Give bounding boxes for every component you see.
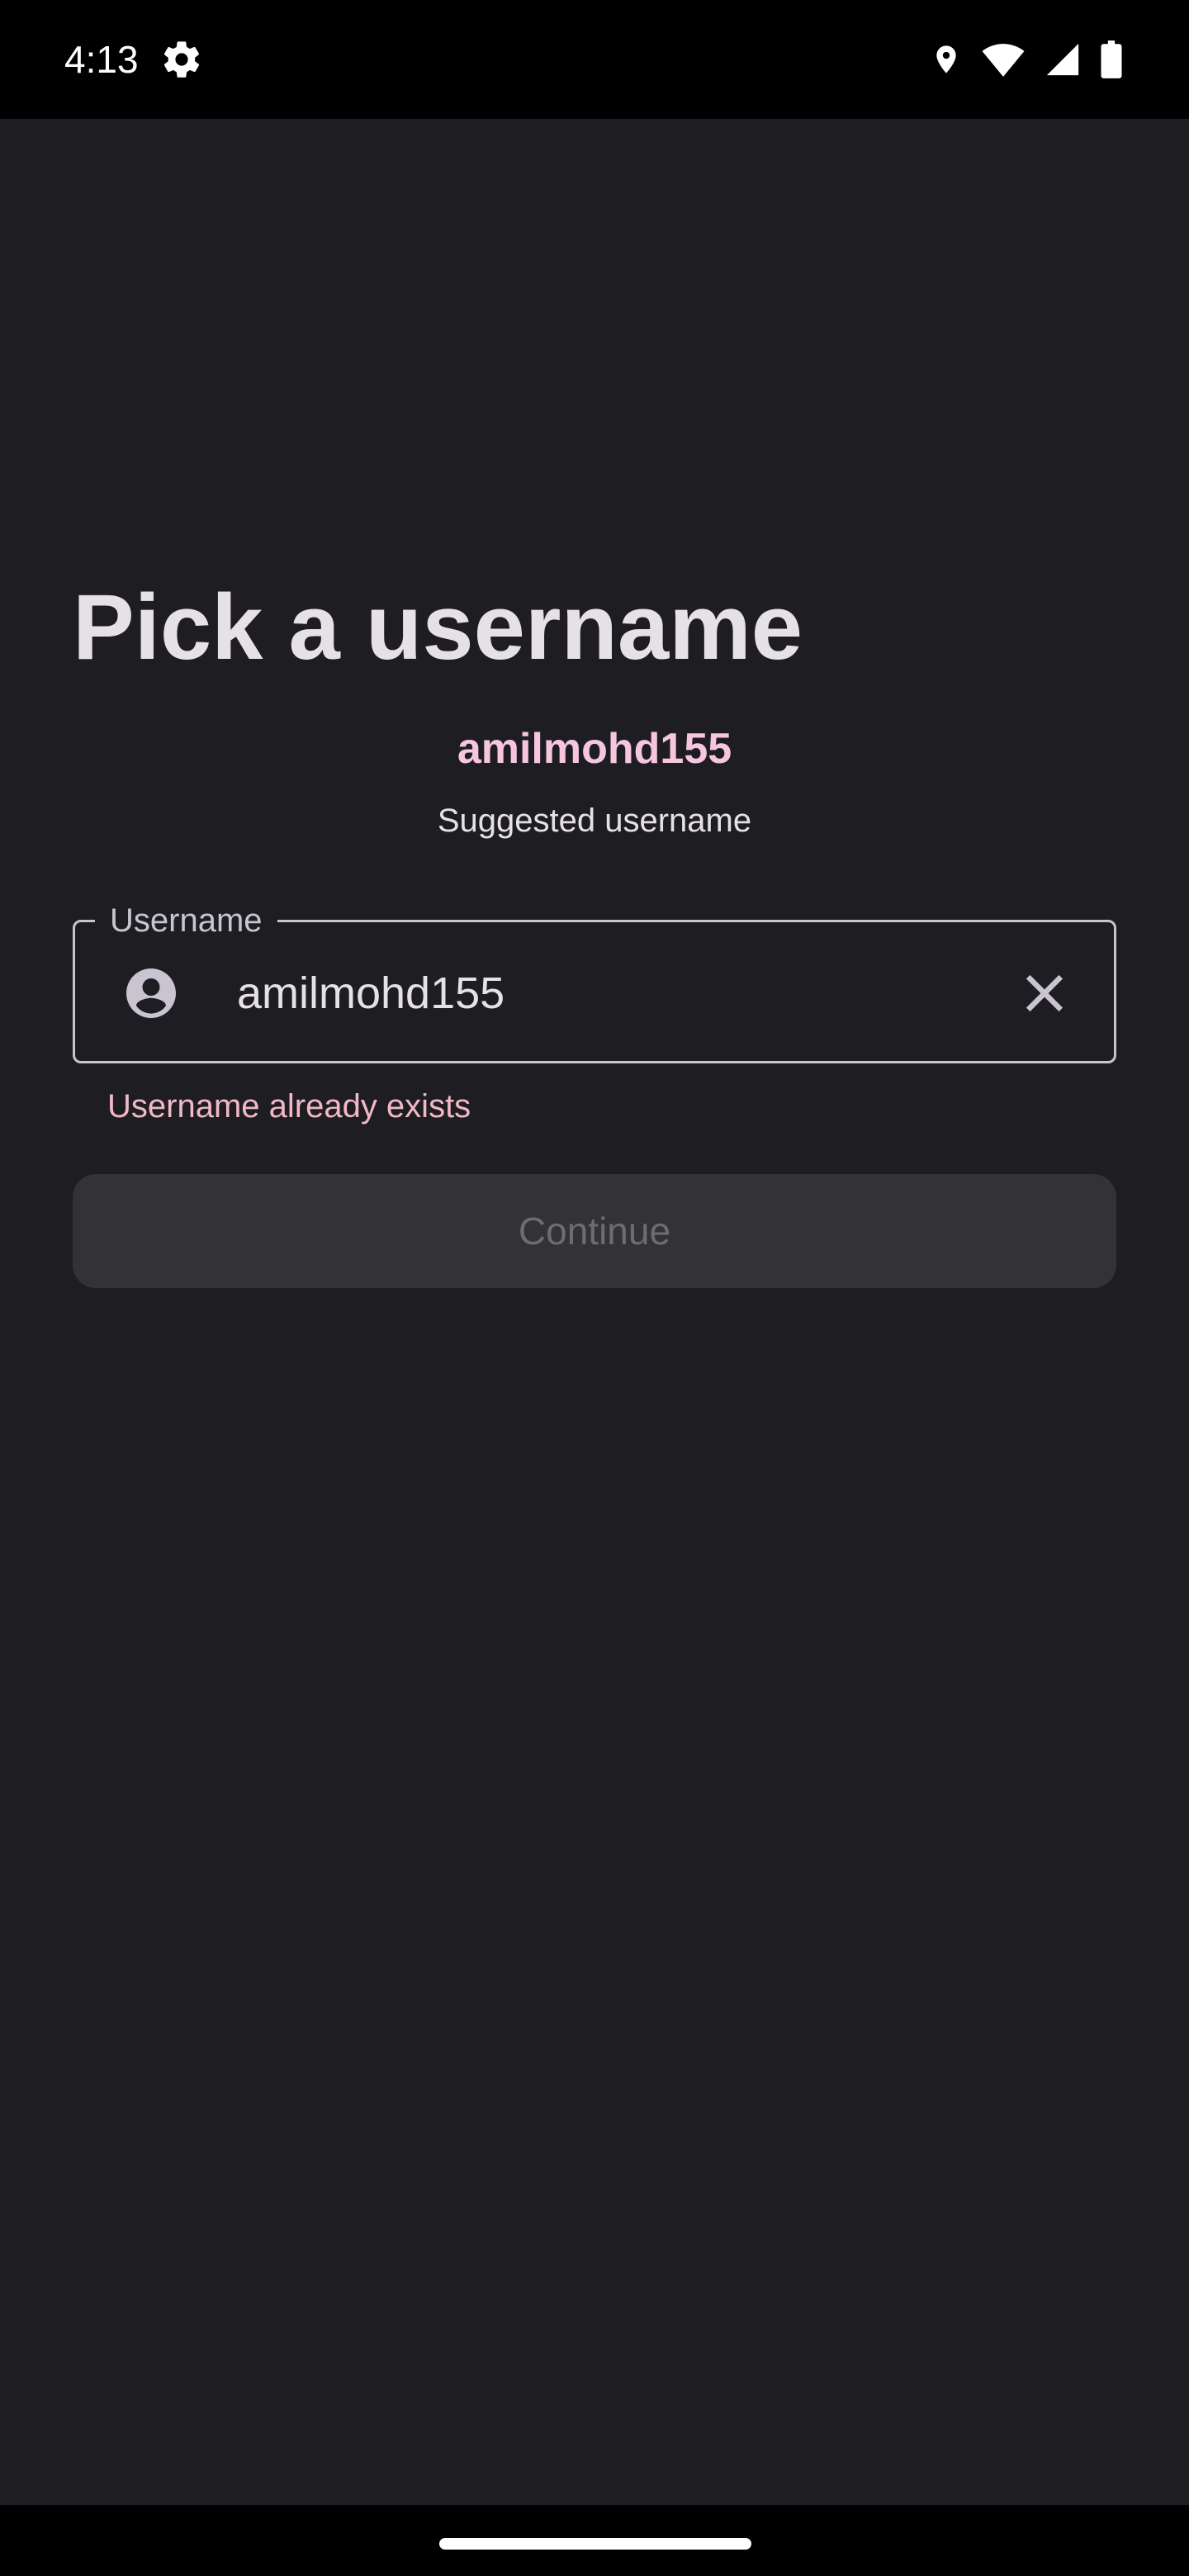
home-handle[interactable]: [439, 2538, 751, 2550]
username-error-text: Username already exists: [107, 1088, 471, 1125]
status-icons: [930, 38, 1123, 81]
username-field-label: Username: [95, 897, 277, 944]
navigation-bar: [0, 2505, 1189, 2576]
settings-gear-icon: [163, 41, 200, 78]
status-bar: 4:13: [0, 0, 1189, 119]
suggested-username-label: Suggested username: [437, 803, 752, 839]
page-title: Pick a username: [73, 575, 803, 679]
wifi-icon: [982, 44, 1025, 77]
close-icon[interactable]: [1020, 968, 1069, 1018]
continue-button[interactable]: Continue: [73, 1174, 1116, 1288]
suggested-username[interactable]: amilmohd155: [0, 720, 1189, 778]
location-icon: [936, 45, 956, 73]
signal-icon: [1046, 43, 1079, 76]
battery-icon: [1101, 40, 1122, 78]
username-input[interactable]: amilmohd155: [237, 964, 504, 1022]
status-time: 4:13: [64, 38, 139, 81]
account-circle-icon: [126, 968, 176, 1018]
username-field[interactable]: Username amilmohd155: [73, 897, 1116, 1063]
